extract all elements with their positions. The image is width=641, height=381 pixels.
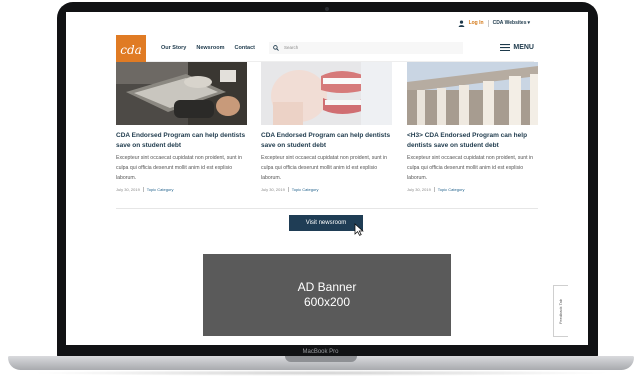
menu-label: MENU (513, 44, 534, 51)
model-label: MacBook Pro (302, 349, 339, 355)
card-excerpt: Excepteur sint occaecat cupidatat non pr… (261, 155, 388, 181)
ad-banner[interactable]: AD Banner 600x200 (203, 254, 451, 336)
user-icon (458, 19, 464, 27)
card-image-dental-model[interactable] (261, 62, 392, 125)
search-icon (273, 44, 279, 51)
feedback-tab[interactable]: Feedback Tab (553, 285, 568, 337)
cda-logo[interactable]: cda (116, 34, 146, 65)
section-divider (116, 208, 538, 209)
utility-separator (487, 19, 489, 27)
ad-banner-line-2: 600x200 (303, 295, 351, 309)
screen: Log In CDA Websites ▾ cda Our Story News… (66, 12, 588, 345)
card-title[interactable]: CDA Endorsed Program can help dentists s… (116, 131, 247, 151)
laptop-base (8, 356, 634, 370)
ad-banner-line-1: AD Banner (297, 280, 357, 294)
card-title[interactable]: CDA Endorsed Program can help dentists s… (261, 131, 392, 151)
meta-separator (142, 187, 144, 192)
cda-websites-dropdown[interactable]: CDA Websites ▾ (493, 20, 530, 26)
main-nav: Our Story Newsroom Contact (161, 45, 255, 51)
news-cards: CDA Endorsed Program can help dentists s… (116, 62, 538, 212)
card-excerpt: Excepteur sint occaecat cupidatat non pr… (116, 155, 243, 181)
nav-item-our-story[interactable]: Our Story (161, 45, 186, 51)
laptop-shadow (30, 370, 612, 376)
site-header: cda Our Story Newsroom Contact Search ME… (116, 34, 534, 65)
cda-websites-label: CDA Websites (492, 20, 527, 26)
card-excerpt: Excepteur sint occaecat cupidatat non pr… (407, 155, 534, 181)
pointer-cursor-icon (354, 223, 364, 236)
base-notch (285, 356, 357, 362)
card-meta: July 30, 2019 Topic Category (261, 187, 318, 192)
camera-dot (325, 7, 329, 11)
login-link[interactable]: Log In (469, 20, 484, 26)
visit-newsroom-button[interactable]: Visit newsroom (289, 215, 363, 231)
card-image-columns-building[interactable] (407, 62, 538, 125)
card-date: July 30, 2019 (116, 187, 140, 192)
card-category-link[interactable]: Topic Category (438, 187, 465, 192)
chevron-down-icon: ▾ (527, 20, 530, 26)
nav-item-newsroom[interactable]: Newsroom (196, 45, 224, 51)
search-input[interactable]: Search (268, 41, 463, 54)
card-meta: July 30, 2019 Topic Category (116, 187, 173, 192)
card-category-link[interactable]: Topic Category (292, 187, 319, 192)
card-date: July 30, 2019 (407, 187, 431, 192)
search-placeholder: Search (283, 45, 299, 50)
card-meta: July 30, 2019 Topic Category (407, 187, 464, 192)
hamburger-icon (500, 44, 511, 51)
utility-bar: Log In CDA Websites ▾ (458, 18, 530, 28)
card-date: July 30, 2019 (261, 187, 285, 192)
feedback-tab-label: Feedback Tab (558, 298, 564, 324)
card-category-link[interactable]: Topic Category (147, 187, 174, 192)
meta-separator (433, 187, 435, 192)
card-title[interactable]: <H3> CDA Endorsed Program can help denti… (407, 131, 538, 151)
meta-separator (287, 187, 289, 192)
nav-item-contact[interactable]: Contact (235, 45, 255, 51)
logo-text: cda (120, 42, 142, 57)
card-image-laptop-photo[interactable] (116, 62, 247, 125)
menu-button[interactable]: MENU (500, 44, 534, 51)
